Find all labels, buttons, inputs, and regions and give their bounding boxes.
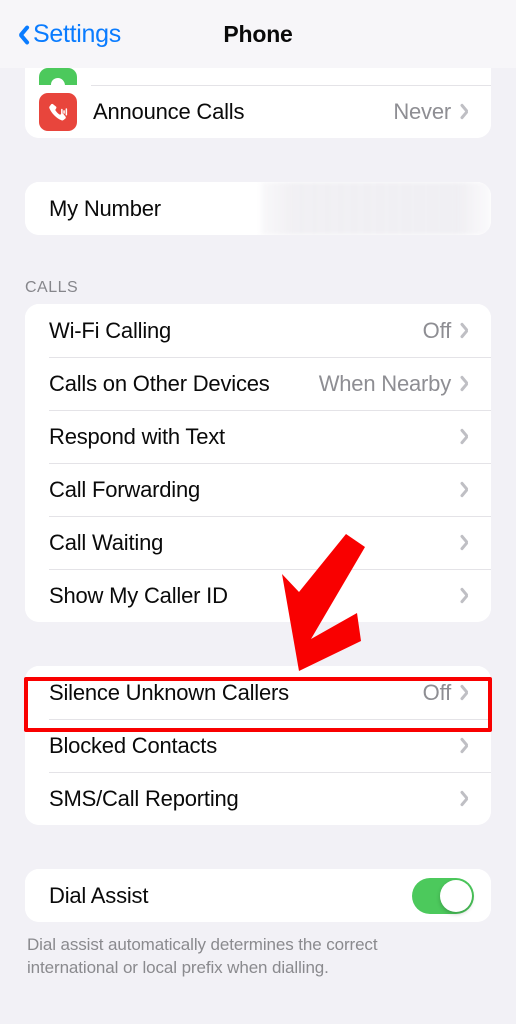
table-row-call-waiting[interactable]: Call Waiting xyxy=(25,516,491,569)
chevron-right-icon xyxy=(463,736,474,755)
silence-blocked-group: Silence Unknown Callers Off Blocked Cont… xyxy=(25,666,491,825)
table-row-label: Calls on Other Devices xyxy=(49,370,270,396)
table-row-label: SMS/Call Reporting xyxy=(49,785,239,811)
chevron-right-icon xyxy=(463,533,474,552)
table-row-label: Announce Calls xyxy=(93,98,245,124)
dial-assist-footer-note: Dial assist automatically determines the… xyxy=(27,935,378,977)
chevron-right-icon xyxy=(463,789,474,808)
table-row-value: When Nearby xyxy=(318,370,452,396)
table-row-respond-with-text[interactable]: Respond with Text xyxy=(25,410,491,463)
table-row-label: Blocked Contacts xyxy=(49,732,217,758)
back-to-settings-button[interactable]: Settings xyxy=(0,19,121,48)
phone-settings-screen: Settings Phone Announce Calls Never My N… xyxy=(0,0,516,1024)
table-row-value: Off xyxy=(422,679,452,705)
table-row-my-number[interactable]: My Number xyxy=(25,182,491,235)
table-row-label: Show My Caller ID xyxy=(49,582,228,608)
table-row-value: Never xyxy=(393,98,451,124)
chevron-right-icon xyxy=(463,427,474,446)
navigation-bar: Settings Phone xyxy=(0,0,516,68)
chevron-right-icon xyxy=(463,586,474,605)
table-row-label: Wi-Fi Calling xyxy=(49,317,172,343)
chevron-right-icon xyxy=(463,374,474,393)
section-header-calls: CALLS xyxy=(25,279,79,296)
chevron-right-icon xyxy=(463,102,474,121)
chevron-left-icon xyxy=(14,22,29,47)
table-row-partial[interactable] xyxy=(25,68,491,85)
announce-calls-phone-icon xyxy=(39,92,77,131)
table-row-dial-assist[interactable]: Dial Assist xyxy=(25,869,491,922)
redacted-phone-number xyxy=(261,182,491,235)
dial-assist-toggle[interactable] xyxy=(412,877,474,914)
table-row-wifi-calling[interactable]: Wi-Fi Calling Off xyxy=(25,304,491,357)
table-row-silence-unknown-callers[interactable]: Silence Unknown Callers Off xyxy=(25,666,491,719)
table-row-label: Dial Assist xyxy=(49,882,149,908)
table-row-sms-call-reporting[interactable]: SMS/Call Reporting xyxy=(25,772,491,825)
dial-assist-group: Dial Assist xyxy=(25,869,491,922)
chevron-right-icon xyxy=(463,683,474,702)
table-row-announce-calls[interactable]: Announce Calls Never xyxy=(25,85,491,138)
table-row-show-my-caller-id[interactable]: Show My Caller ID xyxy=(25,569,491,622)
announce-settings-group: Announce Calls Never xyxy=(25,68,491,138)
settings-scroll-content: Announce Calls Never My Number CALLS Wi-… xyxy=(0,68,516,990)
table-row-label: Respond with Text xyxy=(49,423,225,449)
table-row-call-forwarding[interactable]: Call Forwarding xyxy=(25,463,491,516)
calls-group: Wi-Fi Calling Off Calls on Other Devices… xyxy=(25,304,491,622)
table-row-label: Silence Unknown Callers xyxy=(49,679,289,705)
table-row-blocked-contacts[interactable]: Blocked Contacts xyxy=(25,719,491,772)
chevron-right-icon xyxy=(463,480,474,499)
toggle-knob xyxy=(440,879,472,912)
back-button-label: Settings xyxy=(33,19,121,48)
my-number-group: My Number xyxy=(25,182,491,235)
table-row-label: Call Forwarding xyxy=(49,476,201,502)
table-row-calls-on-other-devices[interactable]: Calls on Other Devices When Nearby xyxy=(25,357,491,410)
table-row-value: Off xyxy=(422,317,452,343)
chevron-right-icon xyxy=(463,321,474,340)
table-row-label: Call Waiting xyxy=(49,529,164,555)
announce-notifications-green-icon xyxy=(39,68,77,85)
